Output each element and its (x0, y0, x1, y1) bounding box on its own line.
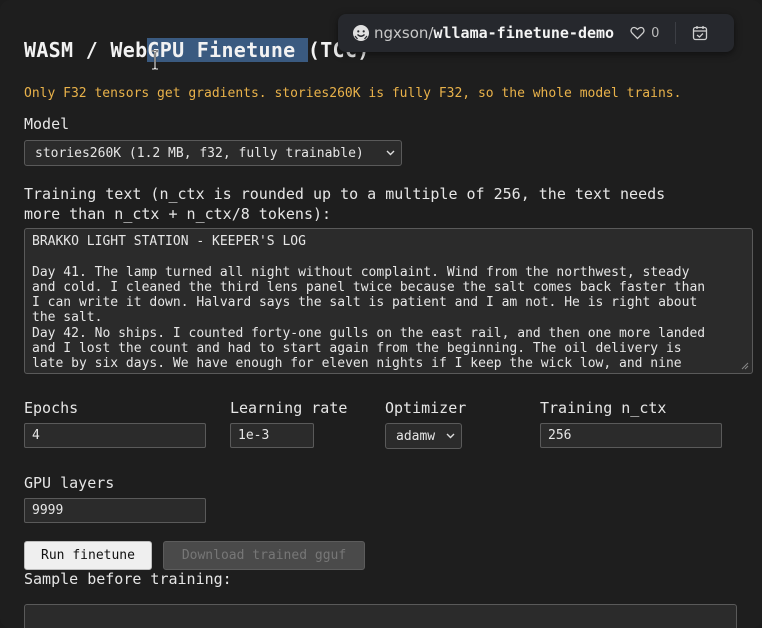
learning-rate-label: Learning rate (230, 399, 348, 417)
badge-divider (675, 22, 677, 44)
chevron-down-icon (446, 433, 455, 439)
sample-before-training-label: Sample before training: (24, 570, 232, 588)
model-select[interactable]: stories260K (1.2 MB, f32, fully trainabl… (24, 140, 402, 166)
optimizer-select[interactable]: adamw (385, 423, 462, 449)
title-part1: WASM / Web (24, 38, 148, 62)
title-selected-text: GPU Finetune (147, 38, 308, 62)
training-text-area[interactable]: BRAKKO LIGHT STATION - KEEPER'S LOG Day … (24, 228, 753, 374)
f32-notice: Only F32 tensors get gradients. stories2… (24, 86, 682, 101)
training-n-ctx-input[interactable]: 256 (540, 423, 722, 448)
space-repo-link[interactable]: wllama-finetune-demo (433, 24, 614, 42)
hf-space-badge[interactable]: ngxson / wllama-finetune-demo 0 (338, 14, 734, 52)
model-select-value: stories260K (1.2 MB, f32, fully trainabl… (35, 145, 364, 161)
sample-output-box (24, 604, 737, 628)
training-text-label-line1: Training text (n_ctx is rounded up to a … (24, 185, 666, 203)
epochs-label: Epochs (24, 399, 79, 417)
gpu-layers-label: GPU layers (24, 474, 115, 492)
training-n-ctx-label: Training n_ctx (540, 399, 667, 417)
model-label: Model (24, 115, 70, 133)
epochs-input[interactable]: 4 (24, 423, 206, 448)
like-count: 0 (651, 25, 660, 41)
huggingface-logo-icon (353, 25, 369, 41)
gpu-layers-input[interactable]: 9999 (24, 498, 206, 523)
page: WASM / WebGPU Finetune (TCC) ngxson / wl… (0, 0, 762, 628)
training-text-label-line2: more than n_ctx + n_ctx/8 tokens): (24, 205, 332, 223)
learning-rate-input[interactable]: 1e-3 (230, 423, 314, 448)
text-cursor-icon (152, 50, 158, 70)
space-owner-link[interactable]: ngxson (374, 24, 428, 42)
optimizer-select-value: adamw (396, 428, 436, 444)
resize-grip-icon[interactable] (741, 362, 749, 370)
download-gguf-button[interactable]: Download trained gguf (163, 541, 365, 570)
page-title: WASM / WebGPU Finetune (TCC) (24, 38, 370, 62)
run-finetune-button[interactable]: Run finetune (24, 541, 152, 570)
calendar-icon[interactable] (692, 25, 708, 41)
chevron-down-icon (386, 150, 395, 156)
heart-icon[interactable] (630, 26, 645, 40)
optimizer-label: Optimizer (385, 399, 467, 417)
